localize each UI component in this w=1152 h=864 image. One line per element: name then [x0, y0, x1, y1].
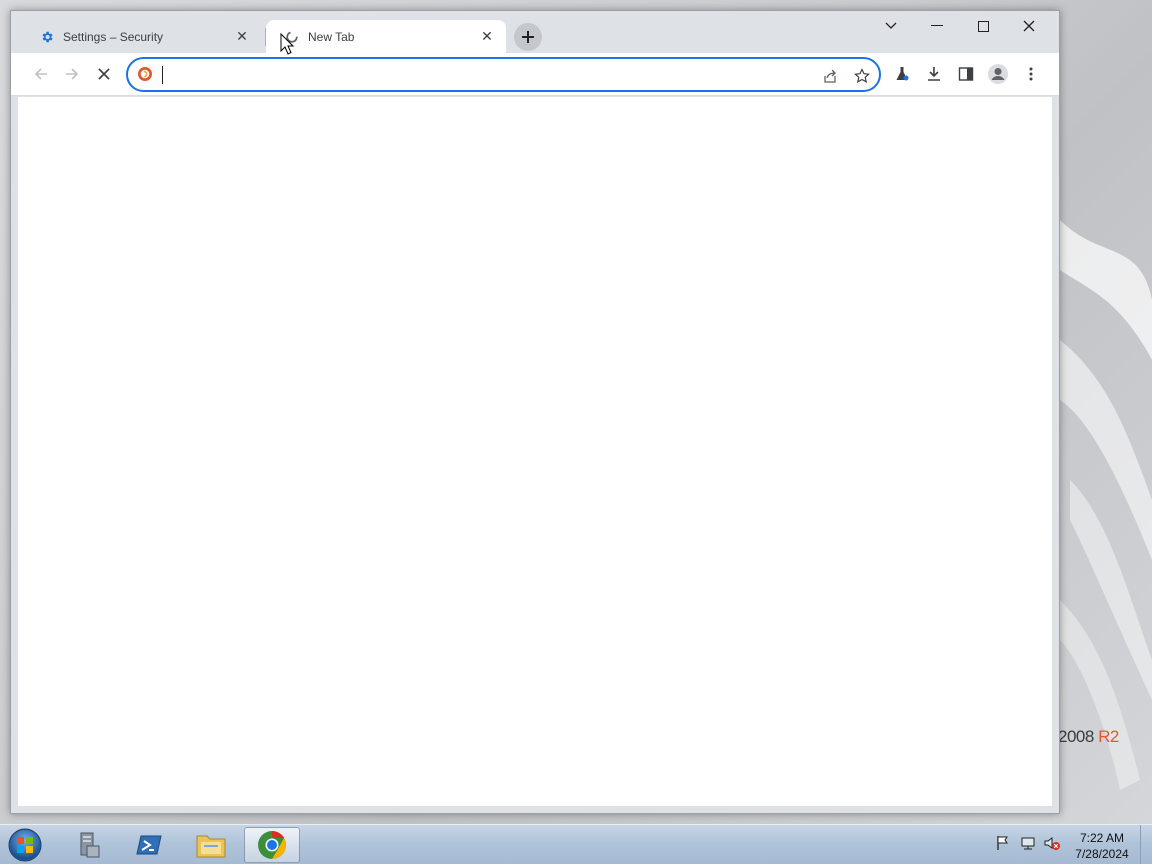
powershell-icon [136, 835, 162, 855]
flask-icon [896, 67, 909, 81]
text-cursor [162, 66, 163, 84]
forward-button[interactable] [59, 61, 85, 87]
profile-button[interactable] [985, 61, 1011, 87]
tab-new-tab[interactable]: New Tab ✕ [266, 20, 506, 53]
folder-icon [196, 835, 226, 858]
desktop-brand-text: 2008 R2 [1058, 727, 1119, 747]
gear-icon [39, 29, 55, 45]
side-panel-icon [958, 67, 974, 81]
tab-strip: Settings – Security ✕ New Tab ✕ [11, 11, 1059, 53]
tab-title: Settings – Security [63, 29, 164, 44]
tab-close-icon[interactable]: ✕ [478, 28, 496, 46]
share-icon [824, 69, 836, 83]
back-button[interactable] [28, 61, 54, 87]
new-tab-button[interactable] [514, 23, 542, 51]
brand-suffix: R2 [1098, 727, 1119, 746]
star-icon [854, 68, 870, 83]
kebab-menu-icon [1029, 67, 1033, 81]
taskbar-powershell[interactable] [122, 827, 178, 863]
network-icon[interactable] [1018, 833, 1038, 853]
maximize-icon [977, 20, 989, 32]
start-button[interactable] [5, 827, 45, 863]
brand-version: 2008 [1058, 727, 1094, 746]
clock-time: 7:22 AM [1079, 831, 1125, 845]
speaker-muted-icon[interactable] [1042, 833, 1062, 853]
duckduckgo-icon [137, 66, 153, 82]
menu-button[interactable] [1018, 61, 1044, 87]
close-icon [1023, 20, 1035, 32]
arrow-right-icon [66, 68, 79, 80]
labs-button[interactable] [889, 61, 915, 87]
browser-window: Settings – Security ✕ New Tab ✕ [10, 10, 1060, 814]
page-content[interactable] [18, 97, 1052, 806]
server-manager-icon [80, 832, 100, 858]
taskbar: 7:22 AM 7/28/2024 [0, 824, 1152, 864]
clock-date: 7/28/2024 [1075, 847, 1129, 861]
taskbar-file-explorer[interactable] [183, 827, 239, 863]
downloads-button[interactable] [921, 61, 947, 87]
maximize-button[interactable] [960, 11, 1006, 41]
chrome-icon [258, 831, 286, 859]
stop-button[interactable] [91, 61, 117, 87]
taskbar-chrome[interactable] [244, 827, 300, 863]
show-desktop-button[interactable] [1140, 825, 1152, 864]
taskbar-clock[interactable]: 7:22 AM 7/28/2024 [1066, 830, 1138, 862]
desktop-wallpaper [1060, 180, 1152, 820]
browser-toolbar [11, 53, 1059, 96]
side-panel-button[interactable] [953, 61, 979, 87]
address-input[interactable] [160, 64, 800, 86]
flag-icon[interactable] [993, 833, 1013, 853]
minimize-button[interactable] [914, 11, 960, 41]
tab-settings-security[interactable]: Settings – Security ✕ [21, 20, 261, 53]
bookmark-button[interactable] [850, 64, 874, 88]
chevron-down-icon [885, 22, 897, 29]
avatar-icon [988, 64, 1008, 84]
share-button[interactable] [818, 64, 842, 88]
close-window-button[interactable] [1006, 11, 1052, 41]
arrow-left-icon [34, 68, 47, 80]
plus-icon [522, 31, 534, 43]
address-bar[interactable] [126, 57, 881, 92]
minimize-icon [931, 25, 943, 26]
download-icon [928, 67, 940, 81]
mouse-pointer-icon [280, 32, 295, 55]
stop-x-icon [98, 68, 110, 80]
tab-close-icon[interactable]: ✕ [233, 28, 251, 46]
taskbar-server-manager[interactable] [60, 827, 116, 863]
windows-orb-icon [8, 828, 42, 862]
tab-title: New Tab [308, 29, 355, 44]
tab-search-button[interactable] [868, 11, 914, 41]
